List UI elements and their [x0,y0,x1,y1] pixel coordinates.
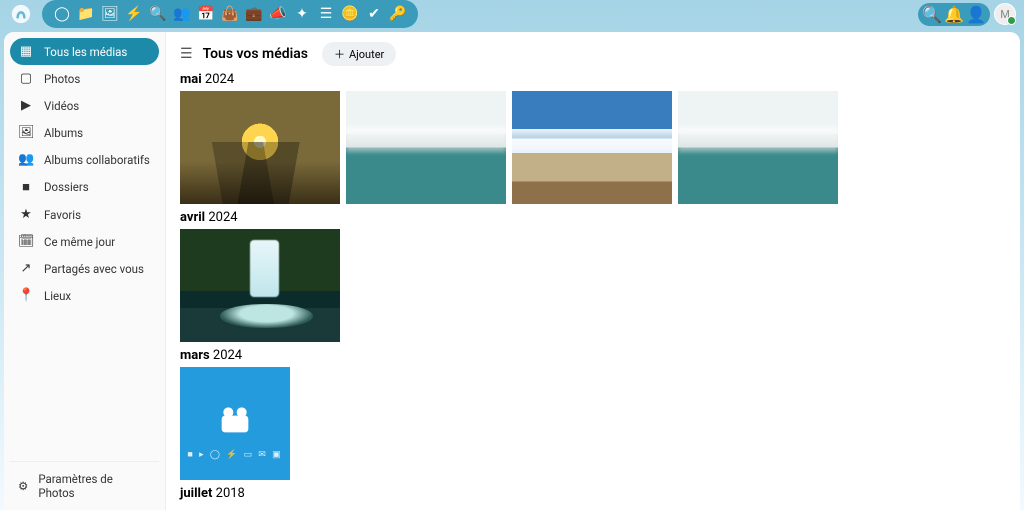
media-section: juillet 2018 [180,486,1002,505]
topbar-search-icon[interactable]: 🔍 [922,5,942,24]
app-users-icon[interactable]: 👥 [170,2,194,26]
topbar-right-pill: 🔍🔔👤 [918,3,990,26]
app-bag-icon[interactable]: 👜 [218,2,242,26]
media-section: mars 2024 ■ ▸ ◯ ⚡ ▭ ✉ ▣ [180,348,1002,480]
sidebar-item-label: Dossiers [44,180,89,194]
app-key-icon[interactable]: 🔑 [386,2,410,26]
content-header: ☰ Tous vos médias ＋ Ajouter [180,42,1002,66]
sidebar-item-icon: ▶ [18,98,34,113]
thumbnail-grid [180,229,1002,342]
app-sparkle-icon[interactable]: ✦ [290,2,314,26]
sidebar-item-2[interactable]: ▶ Vidéos [10,92,159,119]
app-list-icon[interactable]: ☰ [314,2,338,26]
sidebar-item-icon: ▢ [18,71,34,86]
sidebar-item-label: Favoris [44,208,81,222]
section-title: mars 2024 [180,348,1002,363]
avatar[interactable]: M [994,3,1016,25]
sidebar-item-label: Partagés avec vous [44,262,144,276]
app-bullhorn-icon[interactable]: 📣 [266,2,290,26]
app-coins-icon[interactable]: 🪙 [338,2,362,26]
thumbnail-grid [180,91,1002,204]
media-thumbnail[interactable] [678,91,838,204]
sidebar-item-8[interactable]: ↗ Partagés avec vous [10,255,159,282]
app-search-icon[interactable]: 🔍 [146,2,170,26]
section-title: avril 2024 [180,210,1002,225]
app-bolt-icon[interactable]: ⚡ [122,2,146,26]
sidebar-item-5[interactable]: ■ Dossiers [10,173,159,201]
app-check-icon[interactable]: ✔ [362,2,386,26]
workspace: ▦ Tous les médias ▢ Photos ▶ Vidéos 🖼 Albums 👥 Al… [4,32,1020,510]
app-image-icon[interactable]: 🖼 [98,2,122,26]
sidebar-item-7[interactable]: 🗓 Ce même jour [10,228,159,255]
topbar-right: 🔍🔔👤 M [918,3,1016,26]
sidebar-item-icon: 📍 [18,288,34,303]
sidebar-settings[interactable]: ⚙ Paramètres de Photos [10,461,159,510]
sidebar-item-0[interactable]: ▦ Tous les médias [10,38,159,65]
content: ☰ Tous vos médias ＋ Ajouter mai 2024 avri… [166,32,1020,510]
media-section: avril 2024 [180,210,1002,342]
app-calendar-icon[interactable]: 📅 [194,2,218,26]
menu-toggle-icon[interactable]: ☰ [180,46,193,62]
gear-icon: ⚙ [18,479,28,493]
sidebar-item-label: Lieux [44,289,71,303]
sidebar-item-icon: 🗓 [18,234,34,249]
sidebar-item-label: Ce même jour [44,235,115,249]
media-thumbnail[interactable] [346,91,506,204]
app-briefcase-icon[interactable]: 💼 [242,2,266,26]
sidebar: ▦ Tous les médias ▢ Photos ▶ Vidéos 🖼 Albums 👥 Al… [4,32,166,510]
sidebar-settings-label: Paramètres de Photos [38,472,151,500]
sidebar-item-label: Vidéos [44,99,79,113]
app-folder-icon[interactable]: 📁 [74,2,98,26]
sidebar-item-icon: ▦ [18,44,34,59]
app-circle-icon[interactable]: ◯ [50,2,74,26]
thumbnail-grid: ■ ▸ ◯ ⚡ ▭ ✉ ▣ [180,367,1002,480]
sidebar-item-icon: 👥 [18,152,34,167]
section-title: juillet 2018 [180,486,1002,501]
sidebar-item-4[interactable]: 👥 Albums collaboratifs [10,146,159,173]
media-thumbnail[interactable]: ■ ▸ ◯ ⚡ ▭ ✉ ▣ [180,367,290,480]
media-thumbnail[interactable] [180,229,340,342]
sidebar-item-9[interactable]: 📍 Lieux [10,282,159,309]
media-thumbnail[interactable] [180,91,340,204]
topbar-contacts-icon[interactable]: 👤 [966,5,986,24]
app-switcher: ◯📁🖼⚡🔍👥📅👜💼📣✦☰🪙✔🔑 [42,0,418,28]
sidebar-item-label: Photos [44,72,80,86]
sidebar-item-label: Albums [44,126,83,140]
sidebar-item-label: Tous les médias [44,45,127,59]
topbar-bell-icon[interactable]: 🔔 [944,5,964,24]
sidebar-item-icon: 🖼 [18,125,34,140]
media-thumbnail[interactable] [512,91,672,204]
sidebar-item-icon: ★ [18,207,34,222]
app-logo[interactable] [8,1,34,27]
topbar: ◯📁🖼⚡🔍👥📅👜💼📣✦☰🪙✔🔑 🔍🔔👤 M [0,0,1024,28]
page-title: Tous vos médias [203,46,308,62]
sidebar-item-1[interactable]: ▢ Photos [10,65,159,92]
sidebar-item-3[interactable]: 🖼 Albums [10,119,159,146]
sidebar-item-6[interactable]: ★ Favoris [10,201,159,228]
sidebar-item-icon: ■ [18,179,34,195]
plus-icon: ＋ [334,46,345,62]
add-button[interactable]: ＋ Ajouter [322,42,396,66]
section-title: mai 2024 [180,72,1002,87]
add-button-label: Ajouter [349,48,384,61]
media-section: mai 2024 [180,72,1002,204]
sidebar-item-icon: ↗ [18,261,34,276]
sidebar-item-label: Albums collaboratifs [44,153,150,167]
